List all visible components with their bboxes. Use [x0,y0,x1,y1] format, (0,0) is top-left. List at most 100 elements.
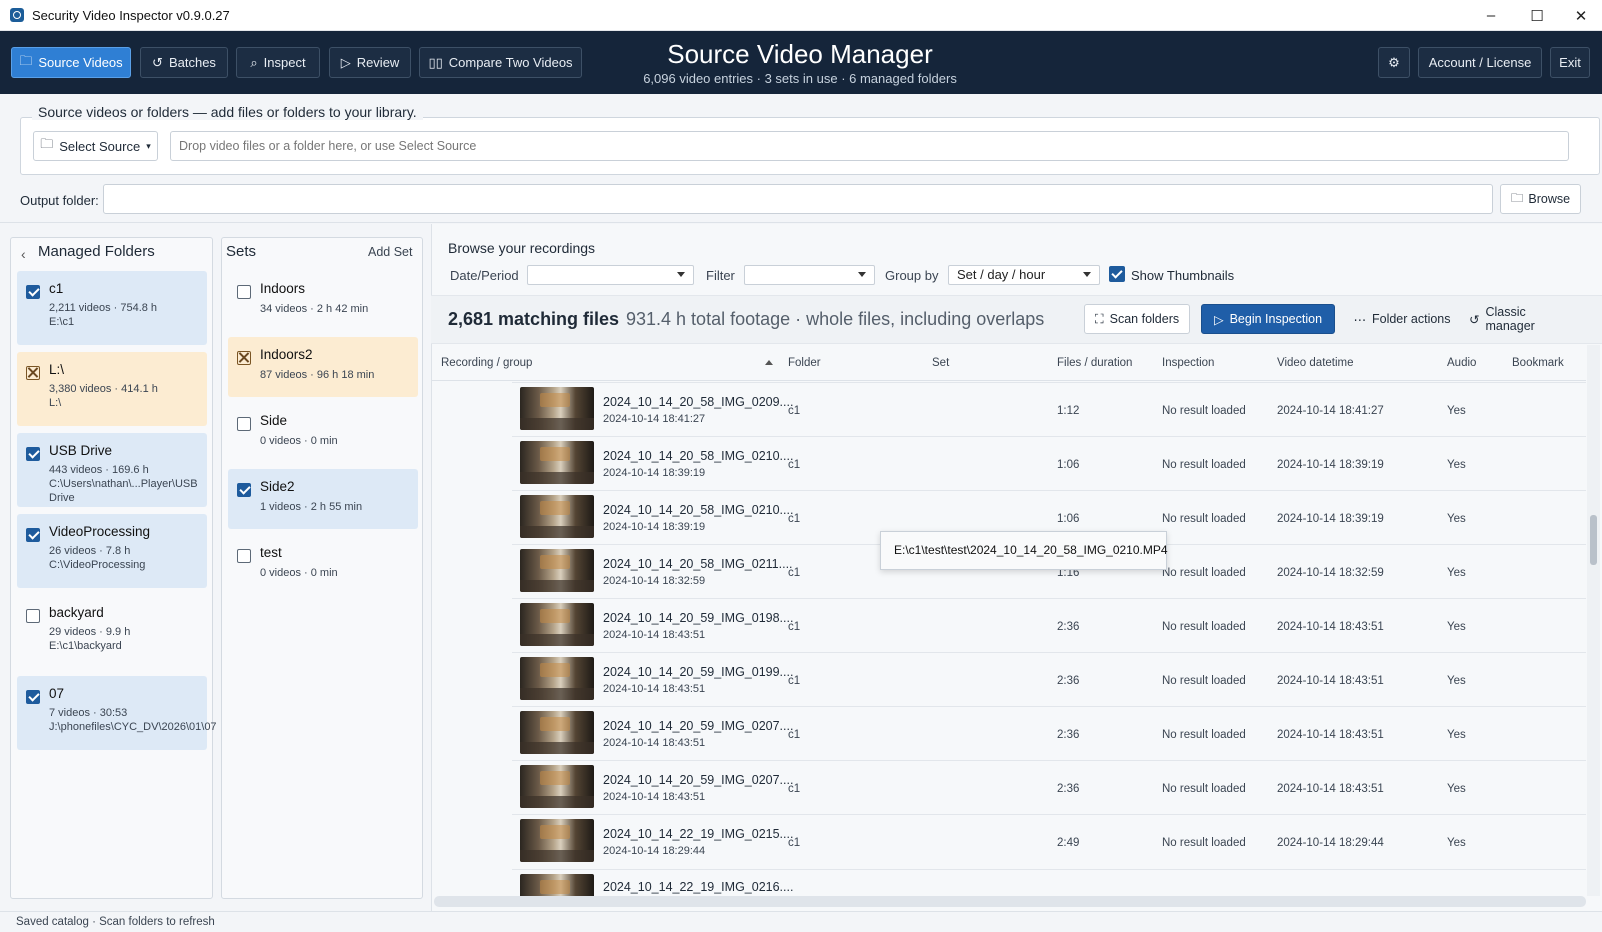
source-drop-input[interactable] [170,131,1569,161]
folder-item-usb-drive[interactable]: USB Drive 443 videos · 169.6 h C:\Users\… [17,433,207,507]
video-thumbnail [520,819,594,862]
show-thumbnails-checkbox[interactable] [1109,266,1125,282]
app-icon [10,8,24,22]
folder-checkbox[interactable] [26,528,40,542]
set-item-side[interactable]: Side 0 videos · 0 min [228,403,418,463]
browse-button[interactable]: 🗀 Browse [1500,184,1581,214]
cell-audio: Yes [1447,621,1466,633]
col-duration[interactable]: Files / duration [1057,357,1132,369]
close-button[interactable]: ✕ [1558,0,1602,31]
recording-name: 2024_10_14_20_58_IMG_0210.... [603,449,794,463]
table-row[interactable]: 2024_10_14_20_58_IMG_0210.... 2024-10-14 … [512,436,1586,490]
folder-item-c1[interactable]: c1 2,211 videos · 754.8 h E:\c1 [17,271,207,345]
select-source-dropdown[interactable]: 🗀 Select Source ▾ [33,131,158,161]
set-checkbox[interactable] [237,285,251,299]
cell-audio: Yes [1447,675,1466,687]
folder-checkbox[interactable] [26,690,40,704]
filter-label: Filter [706,268,735,283]
col-datetime[interactable]: Video datetime [1277,357,1354,369]
video-thumbnail [520,657,594,700]
set-item-test[interactable]: test 0 videos · 0 min [228,535,418,595]
cell-duration: 2:36 [1057,729,1080,741]
table-row[interactable]: 2024_10_14_22_19_IMG_0215.... 2024-10-14 … [512,814,1586,868]
account-button[interactable]: Account / License [1418,47,1542,78]
cell-audio: Yes [1447,567,1466,579]
scan-folders-button[interactable]: ⛶ Scan folders [1084,304,1190,334]
managed-folders-title: Managed Folders [38,243,155,260]
cell-inspection: No result loaded [1162,837,1246,849]
collapse-icon[interactable]: ‹ [21,246,26,262]
table-row[interactable]: 2024_10_14_20_59_IMG_0198.... 2024-10-14 … [512,598,1586,652]
add-set-button[interactable]: Add Set [368,245,412,259]
output-folder-input[interactable] [103,184,1493,214]
app-header: 🗀 Source Videos ↺ Batches ⌕ Inspect ▷ Re… [0,31,1602,94]
sets-panel: Sets Add Set Indoors 34 videos · 2 h 42 … [221,237,423,899]
col-set[interactable]: Set [932,357,949,369]
set-checkbox[interactable] [237,351,251,365]
set-checkbox[interactable] [237,549,251,563]
minimize-button[interactable]: – [1468,0,1514,31]
classic-manager-button[interactable]: ↺ Classic manager [1469,304,1577,334]
cell-duration: 1:06 [1057,459,1080,471]
folder-checkbox[interactable] [26,447,40,461]
video-thumbnail [520,549,594,592]
folder-item-videoprocessing[interactable]: VideoProcessing 26 videos · 7.8 h C:\Vid… [17,514,207,588]
cell-datetime: 2024-10-14 18:32:59 [1277,567,1384,579]
table-row[interactable]: 2024_10_14_20_59_IMG_0207.... 2024-10-14 … [512,706,1586,760]
nav-review[interactable]: ▷ Review [329,47,411,78]
col-folder[interactable]: Folder [788,357,821,369]
recording-name: 2024_10_14_20_59_IMG_0207.... [603,719,794,733]
chevron-down-icon [677,272,685,277]
recording-date: 2024-10-14 18:43:51 [603,737,706,749]
set-item-indoors2[interactable]: Indoors2 87 videos · 96 h 18 min [228,337,418,397]
table-row[interactable]: 2024_10_14_20_59_IMG_0207.... 2024-10-14 … [512,760,1586,814]
table-row[interactable]: 2024_10_14_22_19_IMG_0216.... [512,869,1586,896]
exit-button[interactable]: Exit [1550,47,1590,78]
chevron-down-icon [1083,272,1091,277]
recording-date: 2024-10-14 18:39:19 [603,467,706,479]
filter-select[interactable] [744,265,875,285]
horizontal-scrollbar[interactable] [434,896,1586,907]
date-period-select[interactable] [527,265,694,285]
recording-date: 2024-10-14 18:29:44 [603,845,706,857]
folder-icon: 🗀 [19,52,33,68]
nav-source-videos[interactable]: 🗀 Source Videos [11,47,131,78]
set-checkbox[interactable] [237,483,251,497]
set-checkbox[interactable] [237,417,251,431]
set-item-indoors[interactable]: Indoors 34 videos · 2 h 42 min [228,271,418,331]
recording-name: 2024_10_14_20_58_IMG_0210.... [603,503,794,517]
cell-datetime: 2024-10-14 18:39:19 [1277,513,1384,525]
scan-icon: ⛶ [1094,311,1104,326]
col-audio[interactable]: Audio [1447,357,1476,369]
recording-name: 2024_10_14_20_59_IMG_0198.... [603,611,794,625]
table-row[interactable]: 2024_10_14_20_58_IMG_0209.... 2024-10-14 … [512,382,1586,436]
cell-inspection: No result loaded [1162,783,1246,795]
table-row[interactable]: 2024_10_14_20_59_IMG_0199.... 2024-10-14 … [512,652,1586,706]
maximize-button[interactable]: ☐ [1514,0,1560,31]
nav-inspect[interactable]: ⌕ Inspect [236,47,320,78]
gear-icon: ⚙ [1388,54,1400,70]
folder-item-l-drive[interactable]: L:\ 3,380 videos · 414.1 h L:\ [17,352,207,426]
col-inspection[interactable]: Inspection [1162,357,1214,369]
folder-checkbox[interactable] [26,285,40,299]
nav-compare[interactable]: ▯▯ Compare Two Videos [419,47,582,78]
set-item-side2[interactable]: Side2 1 videos · 2 h 55 min [228,469,418,529]
begin-inspection-button[interactable]: ▷ Begin Inspection [1201,304,1335,334]
cell-duration: 1:12 [1057,405,1080,417]
col-recording[interactable]: Recording / group [441,357,532,369]
cell-audio: Yes [1447,783,1466,795]
settings-button[interactable]: ⚙ [1378,47,1410,78]
window-title: Security Video Inspector v0.9.0.27 [32,7,230,23]
group-by-select[interactable]: Set / day / hour [948,265,1100,285]
folder-checkbox[interactable] [26,366,40,380]
folder-item-07[interactable]: 07 7 videos · 30:53 J:\phonefiles\CYC_DV… [17,676,217,750]
folder-actions-button[interactable]: ⋯ Folder actions [1346,304,1458,334]
folder-checkbox[interactable] [26,609,40,623]
cell-inspection: No result loaded [1162,621,1246,633]
vertical-scrollbar[interactable] [1587,345,1600,896]
scrollbar-thumb[interactable] [1590,515,1597,565]
nav-batches[interactable]: ↺ Batches [140,47,228,78]
col-bookmark[interactable]: Bookmark [1512,357,1564,369]
folder-item-backyard[interactable]: backyard 29 videos · 9.9 h E:\c1\backyar… [17,595,207,669]
cell-datetime: 2024-10-14 18:43:51 [1277,675,1384,687]
